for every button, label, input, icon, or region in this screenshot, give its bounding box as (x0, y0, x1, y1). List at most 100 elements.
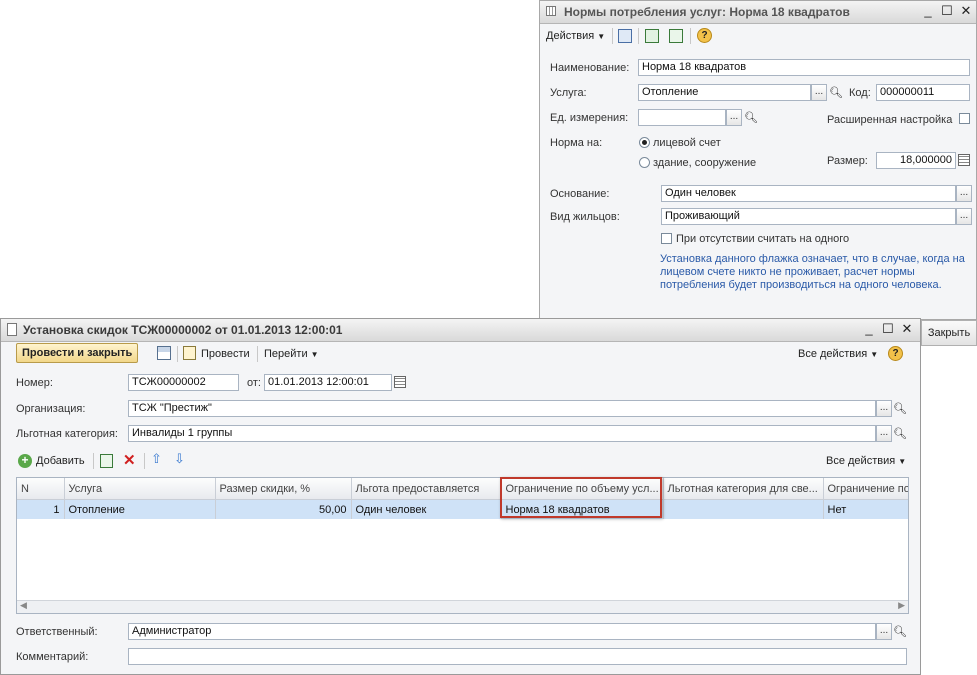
unit-label: Ед. измерения: (550, 112, 629, 124)
benefit-category-label: Льготная категория: (16, 428, 118, 440)
number-field[interactable]: ТСЖ00000002 (128, 374, 239, 391)
post-button[interactable]: Провести (201, 348, 250, 360)
select-button[interactable]: ... (956, 208, 972, 225)
basis-field[interactable]: Один человек (661, 185, 956, 202)
close-icon[interactable]: ✕ (959, 4, 973, 18)
move-down-icon[interactable]: ⇩ (174, 451, 185, 467)
table-header-row: N Услуга Размер скидки, % Льгота предоставл… (17, 478, 908, 500)
search-icon[interactable]: 🔍︎ (893, 427, 907, 440)
column-header[interactable]: Ограничение по (823, 478, 908, 500)
close-icon[interactable]: ✕ (900, 322, 914, 336)
info-note: Установка данного флажка означает, что в… (660, 253, 965, 292)
add-icon[interactable]: + (18, 454, 32, 468)
refresh-icon[interactable] (645, 29, 659, 43)
help-icon[interactable]: ? (888, 346, 903, 361)
calculator-icon[interactable] (958, 154, 970, 166)
benefit-category-field[interactable]: Инвалиды 1 группы (128, 425, 876, 442)
comment-field[interactable] (128, 648, 907, 665)
save-icon[interactable] (157, 346, 171, 360)
norm-window-titlebar: Нормы потребления услуг: Норма 18 квадра… (540, 1, 976, 24)
post-and-close-button[interactable]: Провести и закрыть (16, 343, 139, 363)
code-label: Код: (849, 87, 871, 99)
dropdown-arrow-icon: ▼ (310, 350, 319, 359)
close-button[interactable]: Закрыть (921, 320, 977, 346)
select-button[interactable]: ... (726, 109, 742, 126)
name-field[interactable]: Норма 18 квадратов (638, 59, 970, 76)
search-icon[interactable]: 🔍︎ (893, 625, 907, 638)
service-field[interactable]: Отопление (638, 84, 811, 101)
scroll-right-icon[interactable]: ▶ (898, 600, 905, 611)
size-field[interactable]: 18,000000 (876, 152, 956, 169)
toolbar-separator (144, 453, 145, 469)
basis-label: Основание: (550, 188, 610, 200)
toolbar-separator (612, 28, 613, 44)
column-header[interactable]: N (17, 478, 65, 500)
discount-grid: N Услуга Размер скидки, % Льгота предоставл… (17, 478, 908, 519)
residents-field[interactable]: Проживающий (661, 208, 956, 225)
all-actions-label: Все действия (798, 348, 868, 360)
select-button[interactable]: ... (811, 84, 827, 101)
search-icon[interactable]: 🔍︎ (829, 86, 843, 99)
cell-category[interactable] (663, 499, 824, 519)
minimize-icon[interactable]: _ (921, 4, 935, 18)
goto-menu[interactable]: Перейти ▼ (264, 348, 319, 360)
document-icon (7, 323, 17, 336)
residents-label: Вид жильцов: (550, 211, 620, 223)
select-button[interactable]: ... (876, 400, 892, 417)
save-list-icon[interactable] (618, 29, 632, 43)
copy-icon[interactable] (669, 29, 683, 43)
radio-building-label: здание, сооружение (653, 157, 757, 169)
minimize-icon[interactable]: _ (862, 322, 876, 336)
advanced-settings-label: Расширенная настройка (827, 114, 953, 126)
dropdown-arrow-icon: ▼ (870, 350, 879, 359)
select-button[interactable]: ... (876, 425, 892, 442)
discount-toolbar: Провести и закрыть Провести Перейти ▼ Все… (1, 341, 920, 365)
info-note-line: лицевом счете никто не проживает, расчет… (660, 266, 915, 278)
cell-service[interactable]: Отопление (64, 499, 216, 519)
table-all-actions-menu[interactable]: Все действия ▼ (826, 455, 906, 467)
organization-field[interactable]: ТСЖ "Престиж" (128, 400, 876, 417)
radio-personal-account-label: лицевой счет (653, 137, 721, 149)
column-header[interactable]: Льготная категория для све... (663, 478, 824, 500)
radio-building[interactable] (639, 157, 650, 168)
post-icon[interactable] (183, 346, 196, 360)
discount-window: Установка скидок ТСЖ00000002 от 01.01.20… (0, 318, 921, 675)
search-icon[interactable]: 🔍︎ (744, 111, 758, 124)
column-header[interactable]: Льгота предоставляется (351, 478, 502, 500)
select-button[interactable]: ... (956, 185, 972, 202)
discount-window-titlebar: Установка скидок ТСЖ00000002 от 01.01.20… (1, 319, 920, 342)
responsible-field[interactable]: Администратор (128, 623, 876, 640)
cell-provided[interactable]: Один человек (351, 499, 502, 519)
date-field[interactable]: 01.01.2013 12:00:01 (264, 374, 392, 391)
radio-personal-account[interactable] (639, 137, 650, 148)
discount-table: N Услуга Размер скидки, % Льгота предоставл… (16, 477, 909, 614)
add-button[interactable]: Добавить (36, 455, 85, 467)
service-label: Услуга: (550, 87, 587, 99)
advanced-settings-checkbox[interactable] (959, 113, 970, 124)
copy-row-icon[interactable] (100, 454, 113, 468)
column-header[interactable]: Размер скидки, % (215, 478, 352, 500)
toolbar-separator (177, 346, 178, 362)
move-up-icon[interactable]: ⇧ (151, 451, 162, 467)
code-field[interactable]: 000000011 (876, 84, 970, 101)
calendar-icon[interactable] (394, 376, 406, 388)
table-row[interactable]: 1 Отопление 50,00 Один человек Норма 18 квад… (17, 499, 908, 519)
all-actions-menu[interactable]: Все действия ▼ (798, 348, 878, 360)
scroll-left-icon[interactable]: ◀ (20, 600, 27, 611)
delete-icon[interactable]: ✕ (123, 451, 136, 469)
absent-count-one-checkbox[interactable] (661, 233, 672, 244)
cell-n[interactable]: 1 (17, 499, 65, 519)
search-icon[interactable]: 🔍︎ (893, 402, 907, 415)
help-icon[interactable]: ? (697, 28, 712, 43)
maximize-icon[interactable]: ☐ (881, 322, 895, 336)
horizontal-scrollbar[interactable]: ◀ ▶ (17, 600, 908, 613)
responsible-label: Ответственный: (16, 626, 98, 638)
maximize-icon[interactable]: ☐ (940, 4, 954, 18)
actions-menu[interactable]: Действия ▼ (546, 30, 605, 42)
cell-discount[interactable]: 50,00 (215, 499, 352, 519)
table-icon (546, 6, 556, 16)
unit-field[interactable] (638, 109, 726, 126)
cell-restriction[interactable]: Нет (823, 499, 908, 519)
column-header[interactable]: Услуга (64, 478, 216, 500)
select-button[interactable]: ... (876, 623, 892, 640)
